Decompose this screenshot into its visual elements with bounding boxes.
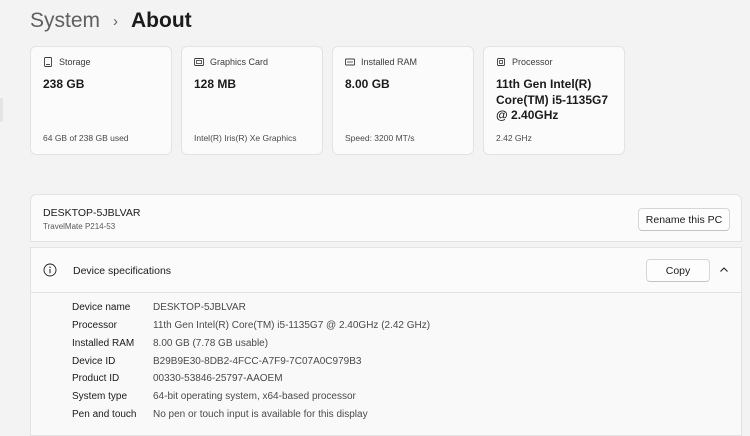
installed-ram-label: Installed RAM bbox=[361, 57, 418, 67]
storage-label: Storage bbox=[59, 57, 91, 67]
graphics-card-label: Graphics Card bbox=[210, 57, 269, 67]
processor-value: 11th Gen Intel(R) Core(TM) i5-1135G7 @ 2… bbox=[496, 77, 609, 122]
device-specifications-header[interactable]: Device specifications Copy bbox=[30, 247, 742, 293]
spec-row: Device ID B29B9E30-8DB2-4FCC-A7F9-7C07A0… bbox=[72, 354, 361, 368]
scroll-edge-indicator bbox=[0, 98, 3, 122]
spec-row: Processor 11th Gen Intel(R) Core(TM) i5-… bbox=[72, 318, 430, 332]
breadcrumb-separator-icon: › bbox=[113, 12, 119, 30]
storage-icon bbox=[44, 57, 52, 67]
device-specifications-title: Device specifications bbox=[73, 265, 172, 277]
device-model: TravelMate P214-53 bbox=[43, 222, 116, 231]
spec-value: 8.00 GB (7.78 GB usable) bbox=[153, 337, 269, 349]
graphics-card-value: 128 MB bbox=[194, 77, 237, 91]
breadcrumb: System › About bbox=[30, 7, 192, 35]
spec-row: Installed RAM 8.00 GB (7.78 GB usable) bbox=[72, 336, 268, 350]
processor-header: Processor bbox=[496, 57, 553, 67]
rename-pc-button[interactable]: Rename this PC bbox=[638, 208, 730, 231]
spec-label: Product ID bbox=[72, 372, 120, 384]
graphics-card-header: Graphics Card bbox=[194, 57, 268, 67]
chevron-up-icon[interactable] bbox=[716, 262, 732, 278]
storage-card[interactable]: Storage 238 GB 64 GB of 238 GB used bbox=[30, 46, 172, 155]
spec-row: Product ID 00330-53846-25797-AAOEM bbox=[72, 371, 283, 385]
spec-row: System type 64-bit operating system, x64… bbox=[72, 389, 356, 403]
storage-card-header: Storage bbox=[43, 57, 91, 67]
spec-value: 64-bit operating system, x64-based proce… bbox=[153, 390, 356, 402]
spec-label: Pen and touch bbox=[72, 408, 137, 420]
spec-row: Pen and touch No pen or touch input is a… bbox=[72, 407, 368, 421]
breadcrumb-system-link[interactable]: System bbox=[30, 9, 100, 33]
spec-value: DESKTOP-5JBLVAR bbox=[153, 301, 246, 313]
graphics-card-card[interactable]: Graphics Card 128 MB Intel(R) Iris(R) Xe… bbox=[181, 46, 323, 155]
storage-value: 238 GB bbox=[43, 77, 85, 91]
storage-usage: 64 GB of 238 GB used bbox=[43, 133, 129, 143]
spec-value: 11th Gen Intel(R) Core(TM) i5-1135G7 @ 2… bbox=[153, 319, 431, 331]
ram-icon bbox=[345, 58, 355, 66]
ram-speed: Speed: 3200 MT/s bbox=[345, 133, 415, 143]
spec-value: No pen or touch input is available for t… bbox=[153, 408, 368, 420]
spec-label: Device name bbox=[72, 301, 131, 313]
graphics-card-model: Intel(R) Iris(R) Xe Graphics bbox=[194, 133, 297, 143]
spec-label: Device ID bbox=[72, 355, 116, 367]
processor-label: Processor bbox=[512, 57, 553, 67]
spec-value: 00330-53846-25797-AAOEM bbox=[153, 372, 283, 384]
spec-row: Device name DESKTOP-5JBLVAR bbox=[72, 300, 246, 314]
page-title: About bbox=[131, 9, 192, 32]
copy-button[interactable]: Copy bbox=[646, 259, 710, 282]
spec-value: B29B9E30-8DB2-4FCC-A7F9-7C07A0C979B3 bbox=[153, 355, 362, 367]
spec-label: Installed RAM bbox=[72, 337, 135, 349]
installed-ram-header: Installed RAM bbox=[345, 57, 417, 67]
processor-card[interactable]: Processor 11th Gen Intel(R) Core(TM) i5-… bbox=[483, 46, 625, 155]
processor-icon bbox=[497, 58, 505, 66]
device-name: DESKTOP-5JBLVAR bbox=[43, 207, 141, 219]
processor-speed: 2.42 GHz bbox=[496, 133, 532, 143]
info-icon bbox=[43, 263, 57, 277]
device-specifications-body: Device name DESKTOP-5JBLVAR Processor 11… bbox=[30, 293, 742, 436]
installed-ram-value: 8.00 GB bbox=[345, 77, 390, 91]
spec-label: System type bbox=[72, 390, 128, 402]
device-name-panel: DESKTOP-5JBLVAR TravelMate P214-53 Renam… bbox=[30, 194, 742, 242]
installed-ram-card[interactable]: Installed RAM 8.00 GB Speed: 3200 MT/s bbox=[332, 46, 474, 155]
spec-label: Processor bbox=[72, 319, 118, 331]
graphics-card-icon bbox=[194, 58, 204, 66]
